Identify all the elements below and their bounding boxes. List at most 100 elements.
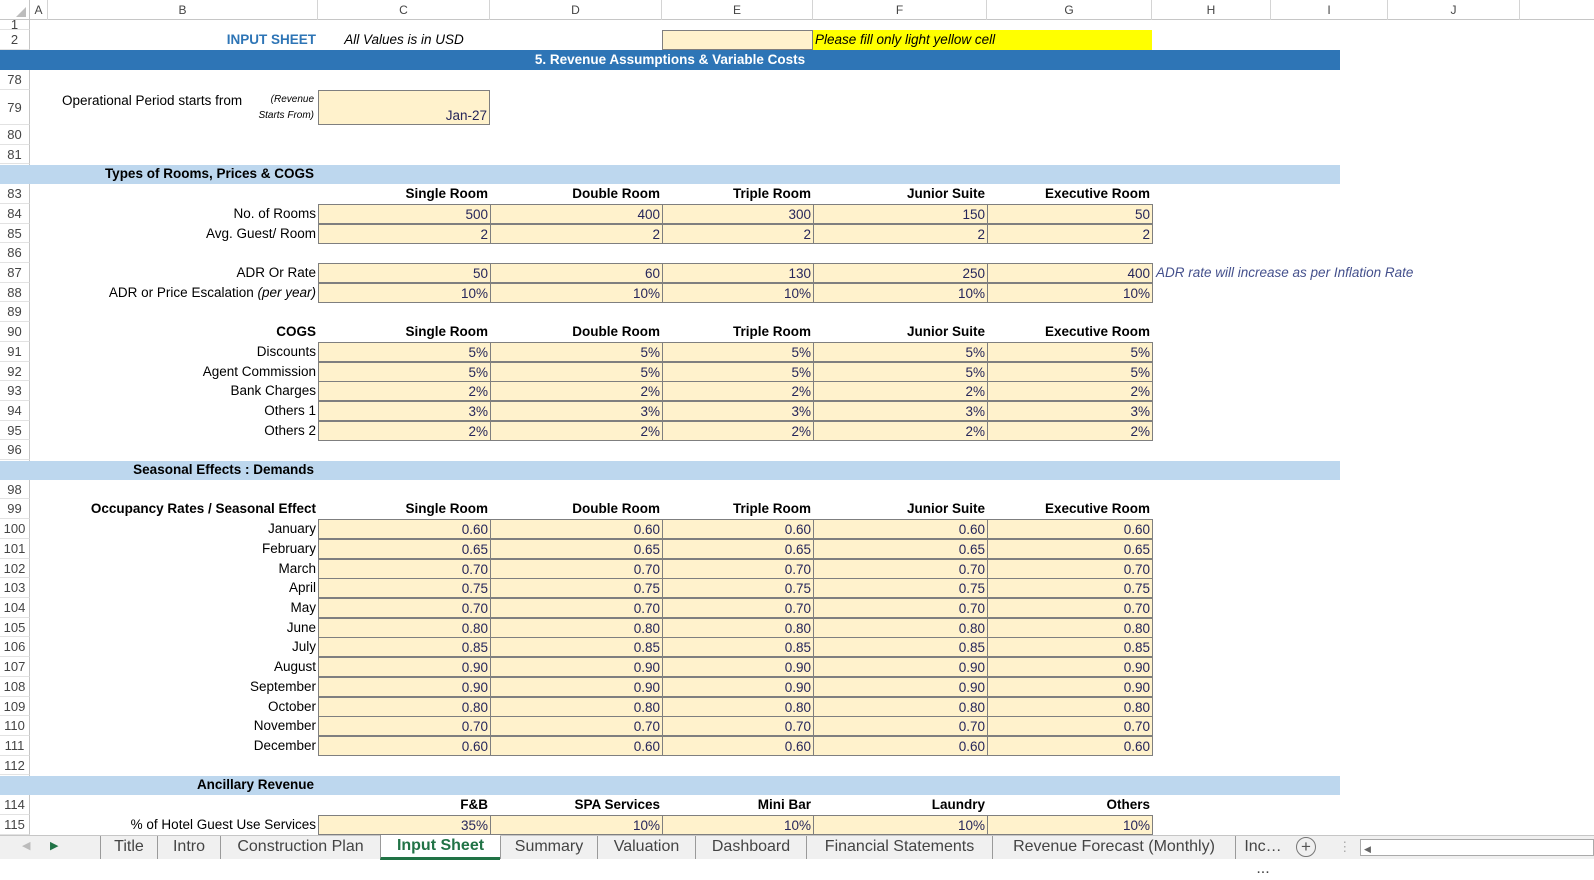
input-cell[interactable]: 300 (662, 203, 814, 224)
row-header-80[interactable]: 80 (0, 125, 30, 145)
row-header-108[interactable]: 108 (0, 676, 30, 697)
input-cell[interactable]: 3% (987, 400, 1153, 421)
input-cell[interactable]: 10% (662, 814, 814, 835)
sheet-tab-financial-statements[interactable]: Financial Statements (806, 836, 992, 859)
input-cell[interactable]: 0.70 (490, 716, 663, 737)
input-cell[interactable]: 10% (987, 814, 1153, 835)
input-cell[interactable]: 0.75 (318, 578, 491, 599)
column-header-H[interactable]: H (1152, 0, 1271, 20)
input-cell[interactable]: 0.70 (318, 558, 491, 579)
row-header-90[interactable]: 90 (0, 322, 30, 342)
row-header-99[interactable]: 99 (0, 499, 30, 520)
input-cell[interactable]: 2% (490, 420, 663, 441)
input-cell[interactable]: 3% (813, 400, 988, 421)
input-cell[interactable]: 0.65 (662, 538, 814, 559)
input-cell[interactable]: 0.70 (813, 716, 988, 737)
split-handle-icon[interactable]: ⋮ (1338, 839, 1352, 855)
input-cell[interactable]: 2% (490, 381, 663, 402)
sheet-tab-input-sheet[interactable]: Input Sheet (380, 835, 500, 860)
input-cell[interactable]: 0.85 (318, 637, 491, 658)
row-header-105[interactable]: 105 (0, 617, 30, 638)
input-cell[interactable]: 10% (662, 282, 814, 303)
input-cell[interactable]: 2% (318, 381, 491, 402)
input-cell[interactable]: 0.70 (318, 598, 491, 619)
sheet-tab-summary[interactable]: Summary (500, 836, 597, 859)
column-header-G[interactable]: G (987, 0, 1152, 20)
input-cell[interactable]: 3% (490, 400, 663, 421)
add-sheet-icon[interactable]: + (1296, 837, 1316, 857)
input-cell[interactable]: 5% (662, 361, 814, 382)
row-header-98[interactable]: 98 (0, 479, 30, 500)
input-cell[interactable]: 2 (318, 223, 491, 244)
input-cell[interactable]: 10% (318, 282, 491, 303)
input-cell[interactable]: 0.90 (662, 657, 814, 678)
row-header-85[interactable]: 85 (0, 223, 30, 244)
blank-input-cell[interactable] (662, 30, 813, 50)
input-cell[interactable]: 500 (318, 203, 491, 224)
input-cell[interactable]: 2 (987, 223, 1153, 244)
input-cell[interactable]: 0.80 (813, 696, 988, 717)
row-header-101[interactable]: 101 (0, 538, 30, 559)
row-header-115[interactable]: 115 (0, 814, 30, 835)
input-cell[interactable]: 2% (813, 420, 988, 441)
input-cell[interactable]: 0.60 (813, 519, 988, 540)
row-header-88[interactable]: 88 (0, 282, 30, 303)
row-header-95[interactable]: 95 (0, 420, 30, 441)
input-cell[interactable]: 0.80 (662, 696, 814, 717)
input-cell[interactable]: 0.90 (813, 676, 988, 697)
input-cell[interactable]: 5% (987, 341, 1153, 362)
input-cell[interactable]: 10% (490, 814, 663, 835)
input-cell[interactable]: 5% (490, 361, 663, 382)
row-header-107[interactable]: 107 (0, 657, 30, 677)
input-cell[interactable]: 0.80 (490, 617, 663, 638)
input-cell[interactable]: 0.60 (318, 736, 491, 756)
sheet-tab-valuation[interactable]: Valuation (597, 836, 695, 859)
input-cell[interactable]: 0.85 (662, 637, 814, 658)
row-header-2[interactable]: 2 (0, 30, 30, 50)
input-cell[interactable]: 0.60 (662, 736, 814, 756)
input-cell[interactable]: 0.80 (987, 617, 1153, 638)
row-header-102[interactable]: 102 (0, 558, 30, 579)
input-cell[interactable]: 0.80 (662, 617, 814, 638)
input-cell[interactable]: 150 (813, 203, 988, 224)
row-header-89[interactable]: 89 (0, 302, 30, 323)
input-cell[interactable]: 0.60 (490, 736, 663, 756)
input-cell[interactable]: 10% (813, 814, 988, 835)
input-cell[interactable]: 0.70 (490, 558, 663, 579)
select-all-button[interactable] (0, 0, 30, 20)
row-header-106[interactable]: 106 (0, 637, 30, 658)
horizontal-scrollbar[interactable]: ◀ (1360, 839, 1594, 856)
input-cell[interactable]: 2 (813, 223, 988, 244)
column-header-I[interactable]: I (1271, 0, 1388, 20)
input-cell[interactable]: 2 (490, 223, 663, 244)
input-cell[interactable]: 0.90 (318, 676, 491, 697)
row-header-81[interactable]: 81 (0, 144, 30, 165)
input-cell[interactable]: 35% (318, 814, 491, 835)
row-header-87[interactable]: 87 (0, 262, 30, 283)
row-header-96[interactable]: 96 (0, 440, 30, 461)
row-header-83[interactable]: 83 (0, 184, 30, 204)
input-cell[interactable]: 10% (813, 282, 988, 303)
input-cell[interactable]: 400 (987, 262, 1153, 283)
input-cell[interactable]: 5% (813, 341, 988, 362)
input-cell[interactable]: 0.70 (662, 598, 814, 619)
row-header-86[interactable]: 86 (0, 243, 30, 263)
input-cell[interactable]: 0.85 (813, 637, 988, 658)
input-cell[interactable]: 0.70 (987, 598, 1153, 619)
input-cell[interactable]: 2 (662, 223, 814, 244)
input-cell[interactable]: 0.75 (987, 578, 1153, 599)
input-cell[interactable]: 0.90 (987, 657, 1153, 678)
input-cell[interactable]: 10% (490, 282, 663, 303)
input-cell[interactable]: 10% (987, 282, 1153, 303)
input-cell[interactable]: 400 (490, 203, 663, 224)
row-header-92[interactable]: 92 (0, 361, 30, 382)
row-header-79[interactable]: 79 (0, 90, 30, 125)
input-cell[interactable]: 5% (318, 361, 491, 382)
row-header-110[interactable]: 110 (0, 716, 30, 736)
input-cell[interactable]: 0.85 (987, 637, 1153, 658)
sheet-tab-intro[interactable]: Intro (157, 836, 220, 859)
input-cell[interactable]: 0.60 (813, 736, 988, 756)
input-cell[interactable]: 50 (987, 203, 1153, 224)
input-cell[interactable]: 0.75 (662, 578, 814, 599)
input-cell[interactable]: 0.90 (987, 676, 1153, 697)
